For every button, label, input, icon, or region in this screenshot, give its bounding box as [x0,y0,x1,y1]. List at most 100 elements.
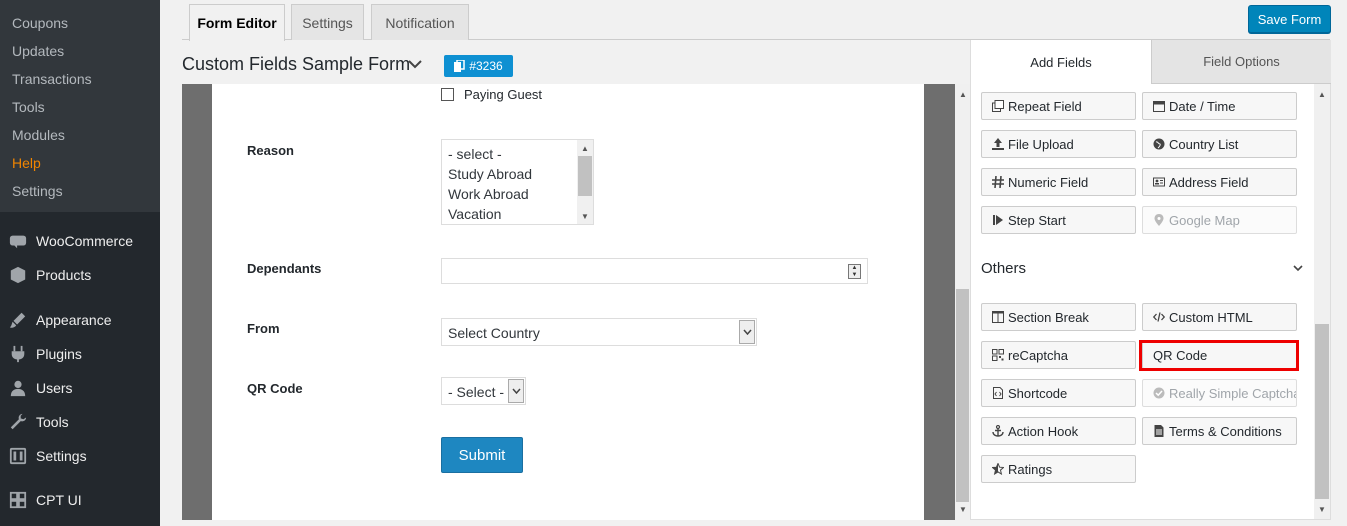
calendar-icon [1153,100,1165,112]
field-button-label: Custom HTML [1169,309,1253,325]
scrollbar-thumb[interactable] [1315,324,1329,499]
appearance-icon [0,311,36,329]
menu-item-users[interactable]: Users [0,371,160,405]
menu-item-products[interactable]: Products [0,258,160,292]
products-icon [0,266,36,284]
menu-item-label: Appearance [36,312,112,328]
tab-notification[interactable]: Notification [371,4,469,40]
submenu-item-updates[interactable]: Updates [12,41,64,61]
form-id-badge[interactable]: #3236 [444,55,513,77]
tab-form-editor[interactable]: Form Editor [189,4,285,41]
country-select[interactable]: Select Country [441,318,757,346]
others-section-title[interactable]: Others [981,260,1026,277]
scroll-up-icon[interactable]: ▲ [577,141,593,155]
scroll-up-icon[interactable]: ▲ [955,87,971,101]
custom-html-button[interactable]: Custom HTML [1142,303,1297,331]
menu-item-appearance[interactable]: Appearance [0,303,160,337]
paying-guest-checkbox[interactable] [441,88,454,101]
chevron-down-icon[interactable] [406,55,424,73]
star-half-icon [992,463,1004,475]
paying-guest-label: Paying Guest [464,87,543,102]
scroll-up-icon[interactable]: ▲ [1314,87,1330,101]
field-button-label: Section Break [1008,309,1089,325]
reason-option[interactable]: Vacation [448,206,501,222]
menu-item-tools[interactable]: Tools [0,405,160,439]
number-spinner[interactable]: ▲ ▼ [848,264,861,279]
spinner-down-icon[interactable]: ▼ [852,272,858,279]
submenu-item-help[interactable]: Help [12,153,41,173]
menu-item-plugins[interactable]: Plugins [0,337,160,371]
tools-icon [0,413,36,431]
scroll-down-icon[interactable]: ▼ [1314,502,1330,516]
country-list-button[interactable]: Country List [1142,130,1297,158]
qrcode-icon [992,349,1004,361]
menu-item-woocommerce[interactable]: WooCommerce [0,224,160,258]
scroll-down-icon[interactable]: ▼ [577,209,593,223]
numeric-field-button[interactable]: Numeric Field [981,168,1136,196]
plugins-icon [0,345,36,363]
paying-guest-option[interactable]: Paying Guest [441,87,542,102]
tab-field-options[interactable]: Field Options [1151,40,1331,84]
field-button-label: Google Map [1169,212,1240,228]
google-map-button[interactable]: Google Map [1142,206,1297,234]
section-break-button[interactable]: Section Break [981,303,1136,331]
ratings-button[interactable]: Ratings [981,455,1136,483]
menu-item-label: Tools [36,414,69,430]
reason-option[interactable]: Work Abroad [448,186,529,202]
submit-button[interactable]: Submit [441,437,523,473]
terms-conditions-button[interactable]: Terms & Conditions [1142,417,1297,445]
woocommerce-icon [0,232,36,250]
from-label: From [247,321,280,336]
field-button-label: Shortcode [1008,385,1068,401]
editor-scrollbar[interactable]: ▲ ▼ [955,84,970,520]
submenu-item-settings[interactable]: Settings [12,181,63,201]
columns-icon [992,311,1004,323]
admin-submenu: Coupons Updates Transactions Tools Modul… [0,0,160,212]
admin-sidebar: Coupons Updates Transactions Tools Modul… [0,0,160,526]
submenu-item-transactions[interactable]: Transactions [12,69,92,89]
really-simple-captcha-button[interactable]: Really Simple Captcha [1142,379,1297,407]
field-button-label: Ratings [1008,461,1053,477]
menu-item-settings[interactable]: Settings [0,439,160,473]
date-time-button[interactable]: Date / Time [1142,92,1297,120]
scrollbar-thumb[interactable] [578,156,592,196]
spinner-up-icon[interactable]: ▲ [852,265,858,272]
form-id-text: #3236 [469,59,503,73]
chevron-down-icon[interactable] [1292,262,1304,274]
tab-settings[interactable]: Settings [291,4,364,40]
menu-item-cpt-ui[interactable]: CPT UI [0,483,160,517]
shortcode-button[interactable]: Shortcode [981,379,1136,407]
qr-code-select[interactable]: - Select - [441,377,526,405]
country-select-value: Select Country [448,325,540,341]
step-forward-icon [992,214,1004,226]
step-start-button[interactable]: Step Start [981,206,1136,234]
reason-scrollbar[interactable]: ▲ ▼ [577,140,593,224]
field-button-label: Address Field [1169,174,1249,190]
action-hook-button[interactable]: Action Hook [981,417,1136,445]
scroll-down-icon[interactable]: ▼ [955,502,971,516]
scrollbar-thumb[interactable] [956,289,969,502]
repeat-field-button[interactable]: Repeat Field [981,92,1136,120]
reason-option[interactable]: Study Abroad [448,166,532,182]
reason-option[interactable]: - select - [448,146,502,162]
submenu-item-tools[interactable]: Tools [12,97,45,117]
code-icon [1153,311,1165,323]
chevron-down-icon[interactable] [508,379,524,403]
field-button-label: Repeat Field [1008,98,1082,114]
qr-code-label: QR Code [247,381,303,396]
menu-item-label: Users [36,380,73,396]
menu-item-label: Settings [36,448,87,464]
panel-scrollbar[interactable]: ▲ ▼ [1314,84,1330,519]
submenu-item-coupons[interactable]: Coupons [12,13,68,33]
address-field-button[interactable]: Address Field [1142,168,1297,196]
tab-add-fields[interactable]: Add Fields [971,40,1151,84]
cpt-ui-icon [0,491,36,509]
chevron-down-icon[interactable] [739,320,755,344]
settings-icon [0,447,36,465]
reason-listbox[interactable]: - select - Study Abroad Work Abroad Vaca… [441,139,594,225]
save-form-button[interactable]: Save Form [1248,5,1331,33]
file-upload-button[interactable]: File Upload [981,130,1136,158]
recaptcha-button[interactable]: reCaptcha [981,341,1136,369]
dependants-number-input[interactable]: ▲ ▼ [441,258,868,284]
submenu-item-modules[interactable]: Modules [12,125,65,145]
